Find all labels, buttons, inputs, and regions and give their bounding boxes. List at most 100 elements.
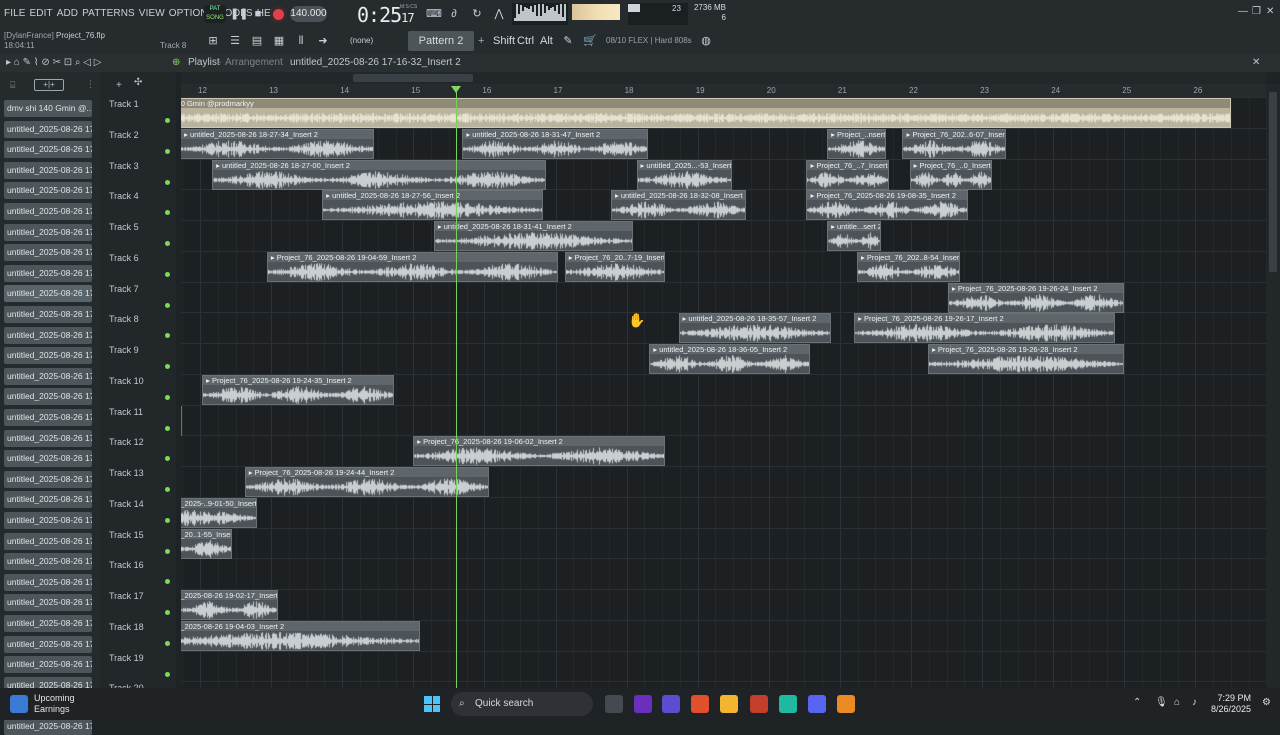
track-name[interactable]: Track 15: [109, 530, 144, 540]
audio-clip[interactable]: ▸ untitled_2025-08-26 18-27-34_Insert 2: [181, 128, 375, 159]
globe-icon[interactable]: ◍: [698, 33, 714, 49]
clip-source-item[interactable]: untitled_2025-08-26 17-...: [4, 553, 92, 571]
track-name[interactable]: Track 9: [109, 345, 139, 355]
weather-icon[interactable]: [10, 695, 28, 713]
shift-key[interactable]: Shift: [493, 33, 515, 49]
track-enable-led[interactable]: [165, 302, 170, 308]
tempo-display[interactable]: 140.000: [290, 6, 327, 22]
menu-add[interactable]: ADD: [57, 8, 78, 19]
audio-clip[interactable]: ▸ Project_76_2025-08-26 19-24-35_Insert …: [202, 374, 395, 405]
audio-clip[interactable]: ▸ untitled_2025-08-26 18-31-47_Insert 2: [462, 128, 648, 159]
track-enable-led[interactable]: [165, 548, 170, 554]
playlist-grid[interactable]: ▸ dmv shi 140 Gmin @prodmarkyy ▸ untitled…: [181, 97, 1266, 688]
track-enable-led[interactable]: [165, 425, 170, 431]
track-enable-led[interactable]: [165, 456, 170, 462]
clip-source-item[interactable]: untitled_2025-08-26 17-...: [4, 264, 92, 282]
volume-icon[interactable]: ♪: [1192, 697, 1197, 708]
track-enable-led[interactable]: [165, 640, 170, 646]
zoom-icon[interactable]: ✣: [134, 77, 142, 88]
clip-source-item[interactable]: untitled_2025-08-26 17-...: [4, 223, 92, 241]
close-icon[interactable]: ✕: [1266, 6, 1274, 17]
clip-source-item[interactable]: untitled_2025-08-26 17-...: [4, 532, 92, 550]
audio-clip[interactable]: ▸ Project_..nsert 2: [827, 128, 887, 159]
shop-icon[interactable]: 🛒: [582, 33, 598, 49]
app-icon-2[interactable]: [662, 695, 680, 713]
audio-clip[interactable]: ▸ untitle...sert 2: [827, 221, 882, 251]
audio-clip[interactable]: ▸ Project_76_..7_Insert 2: [806, 159, 889, 190]
plugin-preset[interactable]: 08/10 FLEX | Hard 808s: [606, 36, 692, 45]
clip-source-item[interactable]: untitled_2025-08-26 17-...: [4, 388, 92, 406]
track-name[interactable]: Track 7: [109, 284, 139, 294]
track-enable-led[interactable]: [165, 241, 170, 246]
track-name[interactable]: Track 3: [109, 161, 139, 171]
audio-clip[interactable]: ▸ Project_76_202..6-07_Insert 2: [902, 128, 1006, 159]
taskbar-search[interactable]: ⌕ Quick search: [451, 692, 593, 716]
master-volume-meter[interactable]: [572, 4, 620, 20]
picker-icon[interactable]: ⌸: [10, 80, 15, 91]
audio-clip[interactable]: ▸ Project_76_2025-08-26 19-26-17_Insert …: [854, 313, 1116, 344]
clip-source-item[interactable]: untitled_2025-08-26 17-...: [4, 470, 92, 488]
clip-source-item[interactable]: untitled_2025-08-26 17-...: [4, 203, 92, 220]
track-enable-led[interactable]: [165, 118, 170, 123]
clip-source-item[interactable]: untitled_2025-08-26 17-...: [4, 573, 92, 591]
minimize-icon[interactable]: —: [1238, 6, 1248, 17]
audio-clip[interactable]: ▸ Proje...ert 2: [181, 405, 182, 436]
menu-edit[interactable]: EDIT: [30, 8, 53, 19]
clip-source-item[interactable]: untitled_2025-08-26 17-...: [4, 635, 92, 653]
audio-clip[interactable]: ▸ Project_76_2025-..9-01-50_Insert 2: [181, 497, 257, 528]
audio-clip[interactable]: ▸ untitled_2025-08-26 18-32-08_Insert 2: [610, 190, 747, 221]
app-icon[interactable]: [634, 695, 652, 713]
audio-clip[interactable]: ▸ Project_76_2025-08-26 19-26-28_Insert …: [928, 344, 1124, 374]
ctrl-key[interactable]: Ctrl: [517, 33, 534, 49]
pause-icon[interactable]: ❚❚: [230, 6, 248, 22]
track-name[interactable]: Track 19: [109, 653, 144, 663]
clip-source-item[interactable]: untitled_2025-08-26 17-...: [4, 285, 92, 303]
discord-icon[interactable]: [808, 695, 826, 713]
track-enable-led[interactable]: [165, 394, 170, 400]
clip-source-item[interactable]: untitled_2025-08-26 17-...: [4, 182, 92, 200]
typing-keyboard-icon[interactable]: ⌨: [426, 6, 442, 22]
menu-file[interactable]: FILE: [4, 8, 26, 19]
audio-clip[interactable]: ▸ untitled_2025...-53_Insert 2: [636, 159, 732, 190]
track-name[interactable]: Track 14: [109, 499, 144, 509]
record-button[interactable]: [270, 6, 287, 23]
clip-source-item[interactable]: untitled_2025-08-26 17-...: [4, 306, 92, 323]
clip-source-item[interactable]: untitled_2025-08-26 17-...: [4, 429, 92, 447]
track-name[interactable]: Track 1: [109, 99, 139, 109]
weather-widget[interactable]: Upcoming Earnings: [34, 693, 75, 715]
system-clock[interactable]: 7:29 PM 8/26/2025: [1206, 693, 1251, 715]
restore-icon[interactable]: ❐: [1252, 6, 1261, 17]
track-enable-led[interactable]: [165, 333, 170, 339]
song-mode-toggle[interactable]: PAT SONG: [204, 5, 226, 23]
pattern-selector[interactable]: (none): [340, 33, 396, 49]
audio-clip[interactable]: ▸ Project_76_2025-08-26 19-24-44_Insert …: [244, 467, 489, 497]
audio-clip[interactable]: ▸ untitled_2025-08-26 18-36-05_Insert 2: [649, 344, 811, 374]
loop-record-icon[interactable]: ↻: [469, 6, 485, 22]
audio-clip[interactable]: ▸ Project_76_20..7-19_Insert 2: [564, 251, 665, 282]
track-name[interactable]: Track 6: [109, 253, 139, 263]
clip-source-item[interactable]: untitled_2025-08-26 17-...: [4, 347, 92, 365]
add-pattern-icon[interactable]: +: [478, 33, 484, 49]
audio-clip[interactable]: ▸ untitled_2025-08-26 18-27-00_Insert 2: [212, 159, 546, 190]
menu-view[interactable]: VIEW: [139, 8, 165, 19]
clip-source-item[interactable]: untitled_2025-08-26 17-...: [4, 491, 92, 509]
track-name[interactable]: Track 8: [109, 314, 139, 324]
track-enable-led[interactable]: [165, 210, 170, 216]
playlist-icon[interactable]: ☰: [227, 33, 243, 49]
audio-clip[interactable]: ▸ untitled_2025-08-26 18-35-57_Insert 2: [678, 313, 831, 344]
track-enable-led[interactable]: [165, 148, 170, 154]
track-name[interactable]: Track 18: [109, 622, 144, 632]
track-name[interactable]: Track 13: [109, 468, 144, 478]
mixer-icon[interactable]: ⫴: [293, 33, 309, 49]
windows-start-icon[interactable]: [424, 696, 440, 712]
track-name[interactable]: Track 11: [109, 407, 143, 417]
clip-source-item[interactable]: untitled_2025-08-26 17-...: [4, 367, 92, 385]
brave-browser-icon[interactable]: [691, 695, 709, 713]
clip-source-item[interactable]: untitled_2025-08-26 17-...: [4, 244, 92, 262]
audio-clip[interactable]: ▸ Project_76_20..1-55_Insert 2: [181, 528, 232, 559]
clip-source-item[interactable]: untitled_2025-08-26 17-...: [4, 326, 92, 344]
audio-clip[interactable]: ▸ untitled_2025-08-26 18-27-56_Insert 2: [322, 190, 544, 221]
piano-roll-icon[interactable]: ▤: [249, 33, 265, 49]
track-name[interactable]: Track 2: [109, 130, 139, 140]
track-enable-led[interactable]: [165, 579, 170, 585]
